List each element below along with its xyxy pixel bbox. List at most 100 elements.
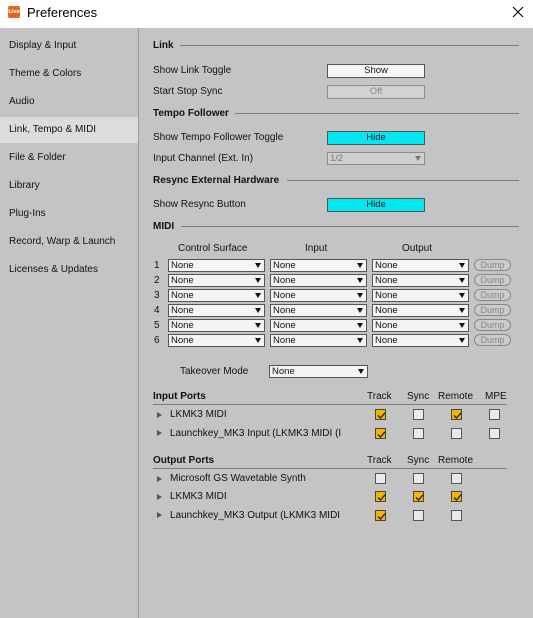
- divider: [153, 404, 507, 405]
- takeover-mode-dropdown[interactable]: None: [269, 365, 368, 378]
- midi-input-dropdown[interactable]: None: [270, 334, 367, 347]
- remote-column-header: Remote: [438, 455, 474, 466]
- checkmark-icon: [453, 494, 462, 501]
- expand-triangle-icon[interactable]: [157, 494, 162, 500]
- remote-checkbox[interactable]: [451, 510, 462, 521]
- track-checkbox[interactable]: [375, 510, 386, 521]
- dropdown-value: None: [273, 275, 296, 286]
- remote-checkbox[interactable]: [451, 473, 462, 484]
- sidebar-item-display-input[interactable]: Display & Input: [0, 33, 138, 59]
- chevron-down-icon: [459, 263, 465, 268]
- midi-output-dropdown[interactable]: None: [372, 259, 469, 272]
- track-checkbox[interactable]: [375, 409, 386, 420]
- track-column-header: Track: [367, 391, 392, 402]
- sidebar-item-audio[interactable]: Audio: [0, 89, 138, 115]
- dropdown-value: None: [171, 305, 194, 316]
- dropdown-value: None: [171, 275, 194, 286]
- show-resync-button-toggle[interactable]: Hide: [327, 198, 425, 212]
- divider: [235, 113, 519, 114]
- dump-button[interactable]: Dump: [474, 319, 511, 331]
- sync-checkbox[interactable]: [413, 491, 424, 502]
- dump-button[interactable]: Dump: [474, 334, 511, 346]
- sync-checkbox[interactable]: [413, 473, 424, 484]
- track-checkbox[interactable]: [375, 491, 386, 502]
- chevron-down-icon: [255, 293, 261, 298]
- checkmark-icon: [377, 494, 386, 501]
- checkmark-icon: [415, 494, 424, 501]
- chevron-down-icon: [459, 338, 465, 343]
- dropdown-value: None: [375, 305, 398, 316]
- midi-output-dropdown[interactable]: None: [372, 274, 469, 287]
- mpe-checkbox[interactable]: [489, 428, 500, 439]
- divider: [181, 226, 519, 227]
- port-name: Launchkey_MK3 Output (LKMK3 MIDI: [170, 510, 341, 521]
- dropdown-value: None: [273, 305, 296, 316]
- chevron-down-icon: [357, 338, 363, 343]
- midi-output-dropdown[interactable]: None: [372, 319, 469, 332]
- dropdown-value: None: [375, 320, 398, 331]
- start-stop-sync-button[interactable]: Off: [327, 85, 425, 99]
- midi-output-dropdown[interactable]: None: [372, 334, 469, 347]
- show-link-toggle-button[interactable]: Show: [327, 64, 425, 78]
- tempo-follower-section-header: Tempo Follower: [153, 108, 229, 119]
- track-checkbox[interactable]: [375, 473, 386, 484]
- input-column-header: Input: [305, 243, 328, 254]
- checkmark-icon: [377, 431, 386, 438]
- chevron-down-icon: [459, 308, 465, 313]
- sync-checkbox[interactable]: [413, 510, 424, 521]
- midi-input-dropdown[interactable]: None: [270, 319, 367, 332]
- sidebar-item-theme-colors[interactable]: Theme & Colors: [0, 61, 138, 87]
- control-surface-dropdown[interactable]: None: [168, 274, 265, 287]
- close-button[interactable]: [506, 2, 530, 24]
- preferences-panel: Link Show Link Toggle Show Start Stop Sy…: [139, 28, 533, 618]
- expand-triangle-icon[interactable]: [157, 412, 162, 418]
- midi-output-dropdown[interactable]: None: [372, 304, 469, 317]
- chevron-down-icon: [357, 308, 363, 313]
- control-surface-dropdown[interactable]: None: [168, 289, 265, 302]
- sync-checkbox[interactable]: [413, 409, 424, 420]
- expand-triangle-icon[interactable]: [157, 476, 162, 482]
- input-ports-header: Input Ports: [153, 391, 206, 402]
- midi-section-header: MIDI: [153, 221, 175, 232]
- mpe-checkbox[interactable]: [489, 409, 500, 420]
- row-number: 4: [154, 305, 160, 316]
- sidebar-item-file-folder[interactable]: File & Folder: [0, 145, 138, 171]
- control-surface-dropdown[interactable]: None: [168, 319, 265, 332]
- sidebar-item-record-warp-launch[interactable]: Record, Warp & Launch: [0, 229, 138, 255]
- midi-output-dropdown[interactable]: None: [372, 289, 469, 302]
- show-link-toggle-label: Show Link Toggle: [153, 65, 232, 76]
- track-checkbox[interactable]: [375, 428, 386, 439]
- takeover-mode-value: None: [272, 366, 295, 377]
- dump-button[interactable]: Dump: [474, 289, 511, 301]
- expand-triangle-icon[interactable]: [157, 512, 162, 518]
- midi-input-dropdown[interactable]: None: [270, 289, 367, 302]
- sidebar-item-library[interactable]: Library: [0, 173, 138, 199]
- sidebar-item-licenses-updates[interactable]: Licenses & Updates: [0, 257, 138, 283]
- remote-checkbox[interactable]: [451, 491, 462, 502]
- checkmark-icon: [377, 412, 386, 419]
- chevron-down-icon: [459, 323, 465, 328]
- sync-checkbox[interactable]: [413, 428, 424, 439]
- dropdown-value: None: [171, 260, 194, 271]
- expand-triangle-icon[interactable]: [157, 430, 162, 436]
- midi-input-dropdown[interactable]: None: [270, 274, 367, 287]
- control-surface-dropdown[interactable]: None: [168, 259, 265, 272]
- dropdown-value: None: [171, 320, 194, 331]
- sidebar-item-plug-ins[interactable]: Plug-Ins: [0, 201, 138, 227]
- remote-checkbox[interactable]: [451, 409, 462, 420]
- window-title: Preferences: [27, 5, 98, 20]
- control-surface-dropdown[interactable]: None: [168, 334, 265, 347]
- midi-input-dropdown[interactable]: None: [270, 304, 367, 317]
- dump-button[interactable]: Dump: [474, 304, 511, 316]
- port-name: LKMK3 MIDI: [170, 491, 227, 502]
- remote-checkbox[interactable]: [451, 428, 462, 439]
- port-name: Launchkey_MK3 Input (LKMK3 MIDI (I: [170, 428, 342, 439]
- dump-button[interactable]: Dump: [474, 274, 511, 286]
- sidebar-item-link-tempo-midi[interactable]: Link, Tempo & MIDI: [0, 117, 138, 143]
- input-channel-dropdown[interactable]: 1/2: [327, 152, 425, 165]
- dump-button[interactable]: Dump: [474, 259, 511, 271]
- sidebar: Display & Input Theme & Colors Audio Lin…: [0, 28, 139, 618]
- control-surface-dropdown[interactable]: None: [168, 304, 265, 317]
- show-tempo-follower-toggle-button[interactable]: Hide: [327, 131, 425, 145]
- midi-input-dropdown[interactable]: None: [270, 259, 367, 272]
